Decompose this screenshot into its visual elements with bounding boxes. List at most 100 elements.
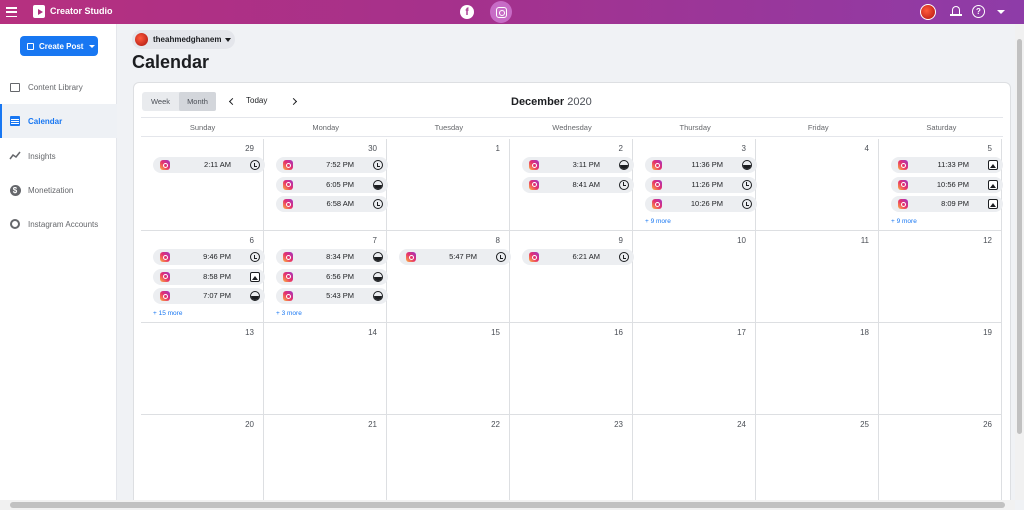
instagram-tab-button[interactable] — [490, 1, 512, 23]
scheduled-post[interactable]: 5:43 PM — [276, 288, 388, 304]
calendar-day-cell[interactable]: 21 — [264, 415, 387, 507]
instagram-icon — [652, 179, 662, 190]
account-switcher[interactable]: theahmedghanem — [132, 30, 235, 49]
sidebar: Create Post Content Library Calendar Ins… — [0, 24, 117, 510]
next-month-button[interactable] — [286, 94, 300, 108]
scheduled-post[interactable]: 10:56 PM — [891, 176, 1003, 193]
calendar-day-cell[interactable]: 22 — [387, 415, 510, 507]
calendar-day-cell[interactable]: 19 — [879, 323, 1002, 415]
user-avatar[interactable] — [920, 4, 936, 20]
month-view-button[interactable]: Month — [179, 92, 216, 111]
scheduled-clock-icon — [742, 199, 752, 209]
today-button[interactable]: Today — [246, 96, 267, 105]
calendar-day-cell[interactable]: 13 — [141, 323, 264, 415]
scheduled-post[interactable]: 7:07 PM — [153, 288, 265, 304]
sidebar-item-label: Insights — [28, 151, 56, 161]
calendar-day-cell[interactable]: 10 — [633, 231, 756, 323]
calendar-day-cell[interactable]: 17 — [633, 323, 756, 415]
calendar-day-cell[interactable]: 9 6:21 AM — [510, 231, 634, 323]
calendar-day-cell[interactable]: 18 — [756, 323, 879, 415]
calendar-day-cell[interactable]: 6 9:46 PM 8:58 PM 7:07 PM + 15 more — [141, 231, 265, 323]
hamburger-menu-icon[interactable] — [6, 7, 17, 17]
scheduled-post[interactable]: 11:26 PM — [645, 176, 757, 193]
calendar-day-cell[interactable]: 24 — [633, 415, 756, 507]
scheduled-post[interactable]: 11:33 PM — [891, 157, 1003, 173]
chevron-right-icon — [289, 97, 297, 105]
calendar-day-cell[interactable]: 1 — [387, 139, 510, 231]
scheduled-post[interactable]: 5:47 PM — [399, 249, 511, 265]
calendar-day-cell[interactable]: 2 3:11 PM 8:41 AM — [510, 139, 634, 231]
calendar-day-cell[interactable]: 7 8:34 PM 6:56 PM 5:43 PM + 3 more — [264, 231, 388, 323]
calendar-day-cell[interactable]: 25 — [756, 415, 879, 507]
more-posts-link[interactable]: + 9 more — [891, 218, 917, 225]
scheduled-post[interactable]: 2:11 AM — [153, 157, 265, 173]
scheduled-post[interactable]: 6:05 PM — [276, 176, 388, 193]
sidebar-item-calendar[interactable]: Calendar — [0, 104, 117, 138]
facebook-icon[interactable]: f — [460, 5, 474, 19]
calendar-day-cell[interactable]: 26 — [879, 415, 1002, 507]
scrollbar-thumb[interactable] — [10, 502, 1005, 508]
year: 2020 — [567, 96, 592, 108]
view-toggle: Week Month — [142, 92, 216, 111]
scheduled-post[interactable]: 10:26 PM — [645, 196, 757, 212]
post-time: 6:56 PM — [326, 271, 354, 281]
calendar-day-cell[interactable]: 11 — [756, 231, 879, 323]
post-time: 6:58 AM — [326, 199, 354, 208]
scheduled-post[interactable]: 8:34 PM — [276, 249, 388, 265]
scheduled-post[interactable]: 6:58 AM — [276, 196, 388, 212]
calendar-day-cell[interactable]: 23 — [510, 415, 633, 507]
calendar-day-cell[interactable]: 30 7:52 PM 6:05 PM 6:58 AM — [264, 139, 388, 231]
scheduled-post[interactable]: 9:46 PM — [153, 249, 265, 265]
instagram-icon — [495, 6, 507, 18]
calendar-day-cell[interactable]: 16 — [510, 323, 633, 415]
notifications-bell-icon[interactable] — [950, 5, 962, 18]
calendar-day-cell[interactable]: 14 — [264, 323, 387, 415]
scheduled-post[interactable]: 3:11 PM — [522, 157, 634, 173]
weekday-headers: Sunday Monday Tuesday Wednesday Thursday Frid… — [141, 117, 1003, 137]
sidebar-item-monetization[interactable]: $ Monetization — [0, 173, 117, 207]
sidebar-item-instagram-accounts[interactable]: Instagram Accounts — [0, 207, 117, 241]
sidebar-item-insights[interactable]: Insights — [0, 139, 117, 173]
scrollbar-thumb[interactable] — [1017, 39, 1022, 434]
photo-icon — [742, 160, 752, 170]
instagram-icon — [652, 160, 662, 170]
create-post-button[interactable]: Create Post — [20, 36, 98, 56]
top-bar: Creator Studio f ? — [0, 0, 1024, 24]
calendar-day-cell[interactable]: 15 — [387, 323, 510, 415]
scheduled-post[interactable]: 6:21 AM — [522, 249, 634, 265]
more-posts-link[interactable]: + 3 more — [276, 310, 302, 317]
day-number: 16 — [614, 328, 623, 337]
day-number: 18 — [860, 328, 869, 337]
scheduled-post[interactable]: 6:56 PM — [276, 268, 388, 285]
scheduled-post[interactable]: 8:09 PM — [891, 196, 1003, 212]
sidebar-item-content-library[interactable]: Content Library — [0, 70, 117, 104]
account-menu-caret-icon[interactable] — [997, 10, 1005, 14]
post-time: 10:56 PM — [936, 179, 969, 189]
scheduled-post[interactable]: 8:41 AM — [522, 176, 634, 193]
day-number: 25 — [860, 420, 869, 429]
scheduled-clock-icon — [742, 179, 752, 190]
more-posts-link[interactable]: + 9 more — [645, 218, 671, 225]
instagram-icon — [160, 291, 170, 301]
scheduled-post[interactable]: 8:58 PM — [153, 268, 265, 285]
calendar-day-cell[interactable]: 3 11:36 PM 11:26 PM 10:26 PM + 9 more — [633, 139, 757, 231]
vertical-scrollbar[interactable] — [1015, 24, 1024, 500]
help-icon[interactable]: ? — [972, 5, 985, 18]
instagram-icon — [160, 160, 170, 170]
calendar-day-cell[interactable]: 8 5:47 PM — [387, 231, 511, 323]
scheduled-clock-icon — [373, 199, 383, 209]
scheduled-post[interactable]: 11:36 PM — [645, 157, 757, 173]
calendar-day-cell[interactable]: 29 2:11 AM — [141, 139, 265, 231]
calendar-day-cell[interactable]: 20 — [141, 415, 264, 507]
calendar-day-cell[interactable]: 12 — [879, 231, 1002, 323]
scheduled-post[interactable]: 7:52 PM — [276, 157, 388, 173]
horizontal-scrollbar[interactable] — [0, 500, 1015, 510]
photo-icon — [250, 291, 260, 301]
more-posts-link[interactable]: + 15 more — [153, 310, 182, 317]
calendar-day-cell[interactable]: 4 — [756, 139, 879, 231]
previous-month-button[interactable] — [225, 94, 239, 108]
calendar-day-cell[interactable]: 5 11:33 PM 10:56 PM 8:09 PM + 9 more — [879, 139, 1003, 231]
instagram-icon — [160, 252, 170, 262]
instagram-icon — [898, 199, 908, 209]
week-view-button[interactable]: Week — [142, 92, 179, 111]
